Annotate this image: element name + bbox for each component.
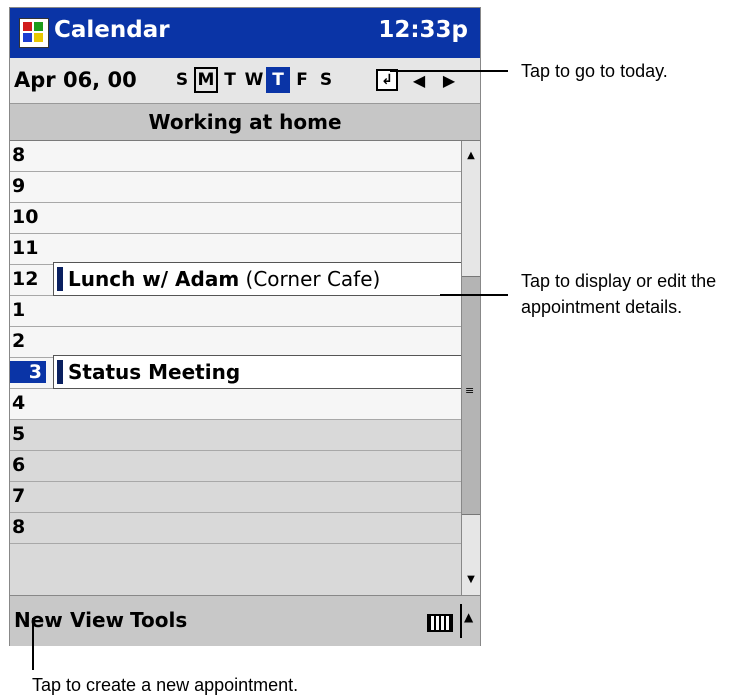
callout-line-new [32,618,34,670]
app-title: Calendar [54,17,170,43]
hour-row[interactable]: 4 [10,389,461,420]
appointment-marker [57,267,63,291]
hour-row[interactable]: 7 [10,482,461,513]
appointment-marker [57,360,63,384]
hour-row[interactable]: 12 Lunch w/ Adam (Corner Cafe) [10,262,461,296]
clock[interactable]: 12:33p [378,17,468,43]
annotation-details: Tap to display or edit the appointment d… [521,271,717,317]
hour-row[interactable]: 8 [10,141,461,172]
menu-bar: New View Tools ▲ [10,595,480,646]
hour-label: 6 [12,454,26,476]
hour-row[interactable]: 3 Status Meeting [10,355,461,389]
current-date[interactable]: Apr 06, 00 [14,68,137,92]
callout-line-details [440,294,508,296]
hour-row[interactable]: 8 [10,513,461,544]
keyboard-icon[interactable] [427,614,453,632]
calendar-app-icon[interactable] [19,18,49,48]
annotation-new: Tap to create a new appointment. [32,675,299,695]
scroll-thumb[interactable]: ≡ [462,276,480,515]
hour-row[interactable]: 11 [10,234,461,265]
day-saturday[interactable]: S [314,67,338,93]
day-friday[interactable]: F [290,67,314,93]
hour-label: 12 [12,268,39,290]
hour-label: 11 [12,237,39,259]
day-sunday[interactable]: S [170,67,194,93]
date-bar: Apr 06, 00 S M T W T F S ↲ ◀ ▶ [10,58,480,104]
all-day-event-banner[interactable]: Working at home [10,104,480,141]
hour-label: 5 [12,423,26,445]
hour-label: 2 [12,330,26,352]
menu-tools[interactable]: Tools [130,608,187,632]
title-bar: Calendar 12:33p [10,8,480,58]
hour-row[interactable]: 9 [10,172,461,203]
week-day-selector: S M T W T F S [170,67,338,93]
annotation-today: Tap to go to today. [521,61,668,81]
input-panel-arrow-icon[interactable]: ▲ [464,610,473,624]
callout-line-today [390,70,508,72]
hour-row[interactable]: 6 [10,451,461,482]
hour-label-selected: 3 [10,361,46,383]
scroll-up-icon[interactable]: ▲ [462,141,480,171]
day-schedule: 8 9 10 11 12 Lunch w/ Adam (Corner Cafe)… [10,141,461,595]
vertical-scrollbar[interactable]: ▲ ≡ ▼ [461,141,480,595]
hour-label: 8 [12,144,26,166]
day-wednesday[interactable]: W [242,67,266,93]
hour-label: 7 [12,485,26,507]
menu-new[interactable]: New [14,608,63,632]
appointment-status-meeting[interactable]: Status Meeting [53,355,461,389]
pocket-pc-screen: Calendar 12:33p Apr 06, 00 S M T W T F S… [9,7,481,646]
appointment-title: Lunch w/ Adam [68,267,240,291]
menu-view[interactable]: View [70,608,124,632]
hour-row[interactable]: 5 [10,420,461,451]
hour-label: 4 [12,392,26,414]
hour-row[interactable]: 1 [10,296,461,327]
day-tuesday[interactable]: T [218,67,242,93]
hour-row[interactable]: 2 [10,327,461,358]
divider [460,604,462,638]
day-monday[interactable]: M [194,67,218,93]
day-thursday[interactable]: T [266,67,290,93]
hour-label: 1 [12,299,26,321]
hour-label: 9 [12,175,26,197]
hour-row[interactable]: 10 [10,203,461,234]
grip-icon: ≡ [465,384,475,397]
appointment-title: Status Meeting [68,360,241,384]
scroll-down-icon[interactable]: ▼ [462,565,480,595]
hour-label: 10 [12,206,39,228]
appointment-location: (Corner Cafe) [245,267,381,291]
go-to-today-icon[interactable]: ↲ [376,69,398,91]
hour-label: 8 [12,516,26,538]
appointment-lunch[interactable]: Lunch w/ Adam (Corner Cafe) [53,262,461,296]
